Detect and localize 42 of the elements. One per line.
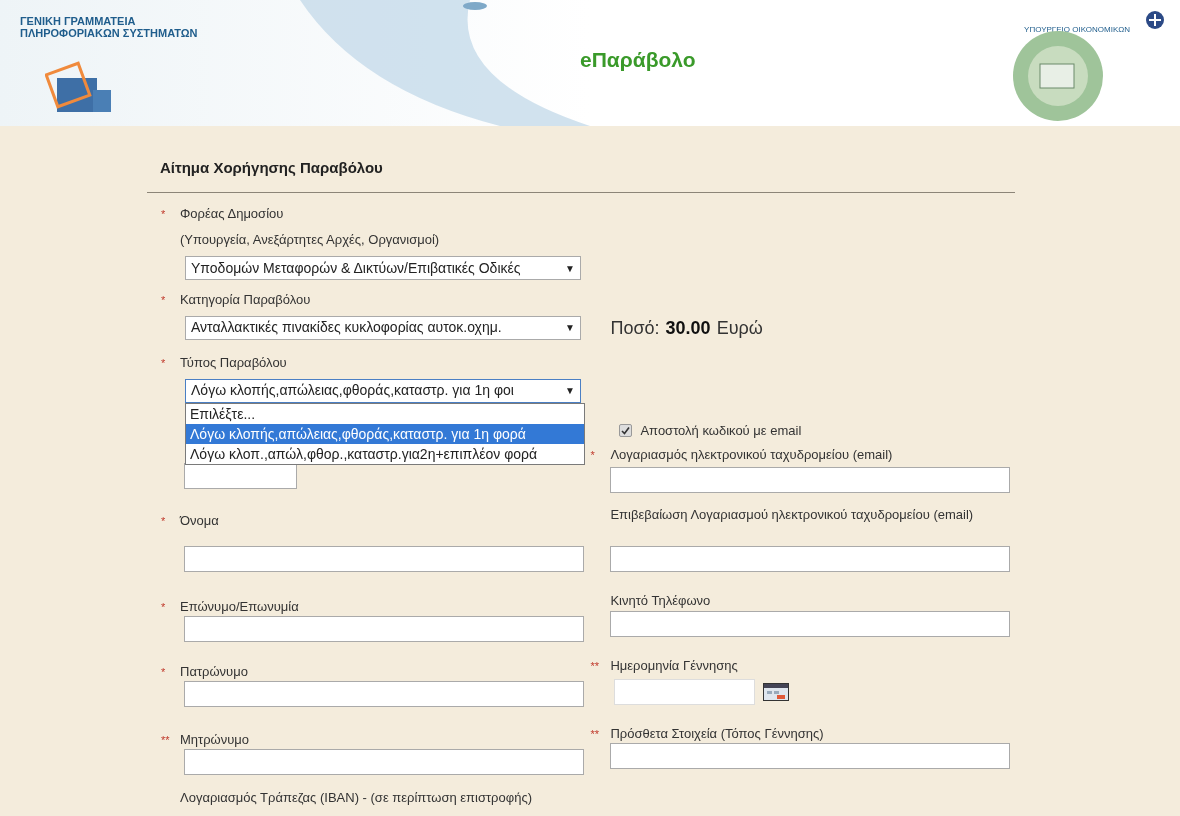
dropdown[interactable]: Ανταλλακτικές πινακίδες κυκλοφορίας αυτοκ.οχημ. ▼ bbox=[185, 315, 581, 340]
required-marker: ** bbox=[589, 727, 600, 742]
field-label: Επιβεβαίωση Λογαριασμού ηλεκτρονικού ταχυδρομείου (email) bbox=[610, 506, 974, 523]
required-marker: * bbox=[160, 356, 167, 371]
dropdown-option[interactable]: Επιλέξτε... bbox=[186, 403, 584, 424]
required-marker: * bbox=[589, 447, 596, 463]
organization-name: ΠΛΗΡΟΦΟΡΙΑΚΩΝ ΣΥΣΤΗΜΑΤΩΝ bbox=[20, 27, 198, 39]
field-label: Κατηγορία Παραβόλου bbox=[180, 291, 311, 308]
required-marker: ** bbox=[160, 733, 171, 748]
field-label: Επώνυμο/Επωνυμία bbox=[180, 598, 299, 615]
field-hint: (Υπουργεία, Ανεξάρτητες Αρχές, Οργανισμοί) bbox=[180, 230, 441, 249]
amount-label: Ποσό: bbox=[610, 317, 660, 340]
field-label: Μητρώνυμο bbox=[180, 731, 250, 748]
caret-icon[interactable]: ▼ bbox=[565, 320, 575, 335]
caret-icon[interactable]: ▼ bbox=[565, 260, 575, 276]
field-label: Ημερομηνία Γέννησης bbox=[610, 657, 738, 674]
field-label: Τύπος Παραβόλου bbox=[180, 354, 287, 371]
ministry-name: ΥΠΟΥΡΓΕΙΟ ΟΙΚΟΝΟΜΙΚΩΝ bbox=[1024, 25, 1130, 34]
form-title: Αίτημα Χορήγησης Παραβόλου bbox=[160, 159, 383, 176]
required-marker: * bbox=[160, 207, 167, 222]
required-marker: * bbox=[160, 293, 167, 308]
caret-icon[interactable]: ▼ bbox=[565, 383, 575, 398]
dropdown-option[interactable]: Λόγω κλοπ.,απώλ,φθορ.,καταστρ.για2η+επιπλέον φορά bbox=[186, 443, 584, 464]
required-marker: * bbox=[160, 665, 167, 680]
required-marker: ** bbox=[589, 659, 600, 674]
field-label: Πατρώνυμο bbox=[180, 663, 248, 680]
field-label: Πρόσθετα Στοιχεία (Τόπος Γέννησης) bbox=[610, 725, 824, 742]
currency-label: Ευρώ bbox=[716, 317, 763, 340]
field-label: Λογαριασμός Τράπεζας (IBAN) - (σε περίπτωση επιστροφής) bbox=[180, 789, 532, 806]
field-label: Λογαριασμός ηλεκτρονικού ταχυδρομείου (email) bbox=[610, 445, 893, 463]
dropdown[interactable]: Λόγω κλοπής,απώλειας,φθοράς,καταστρ. για 1η φοι ▼ bbox=[185, 378, 581, 403]
required-marker: * bbox=[160, 600, 167, 615]
required-marker: * bbox=[160, 514, 167, 529]
field-label: Όνομα bbox=[180, 512, 219, 529]
dropdown-option[interactable]: Λόγω κλοπής,απώλειας,φθοράς,καταστρ. για 1η φορά bbox=[186, 423, 584, 444]
organization-name: ΓΕΝΙΚΗ ΓΡΑΜΜΑΤΕΙΑ bbox=[20, 15, 137, 27]
field-label: Φορέας Δημοσίου bbox=[180, 205, 284, 222]
amount-value: 30.00 bbox=[665, 317, 711, 340]
checkbox-label: Αποστολή κωδικού με email bbox=[640, 422, 802, 440]
field-label: Κινητό Τηλέφωνο bbox=[610, 592, 711, 609]
site-title: eΠαράβολο bbox=[580, 48, 696, 71]
dropdown[interactable]: Υποδομών Μεταφορών & Δικτύων/Επιβατικές Οδικές ▼ bbox=[185, 256, 581, 280]
